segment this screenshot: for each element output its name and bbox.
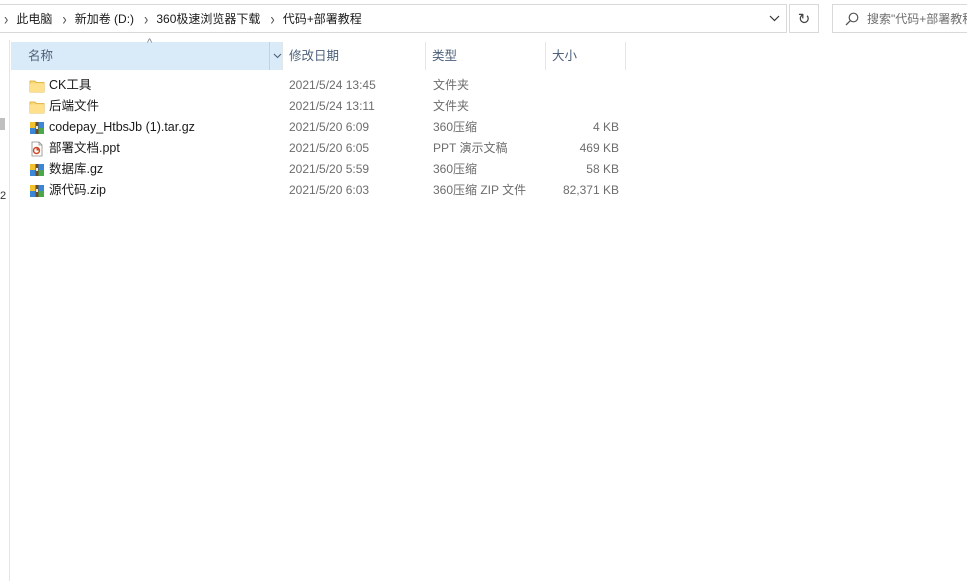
archive-icon (29, 162, 45, 178)
file-name: 部署文档.ppt (49, 141, 120, 155)
file-row[interactable]: 后端文件 2021/5/24 13:11 文件夹 (11, 96, 631, 117)
column-header-row: 名称 ^ 修改日期 类型 大小 (11, 37, 631, 70)
ppt-icon (29, 141, 45, 157)
file-type: PPT 演示文稿 (433, 141, 508, 155)
breadcrumb-separator-icon[interactable]: › (270, 9, 274, 29)
file-name: CK工具 (49, 78, 92, 92)
search-input[interactable]: 搜索"代码+部署教程" (832, 4, 967, 33)
file-size: 4 KB (592, 120, 619, 134)
breadcrumb-separator-icon[interactable]: › (62, 9, 66, 29)
breadcrumb-separator-icon[interactable]: › (144, 9, 148, 29)
folder-icon (29, 99, 45, 115)
breadcrumb-this-pc[interactable]: 此电脑 (12, 10, 56, 27)
breadcrumb-current-folder[interactable]: 代码+部署教程 (279, 10, 366, 27)
search-icon (845, 12, 859, 26)
file-type: 360压缩 ZIP 文件 (433, 183, 527, 197)
refresh-button[interactable]: ↻ (789, 4, 819, 33)
column-header-type-label: 类型 (432, 49, 458, 63)
column-header-size[interactable]: 大小 (546, 42, 626, 70)
file-size: 469 KB (579, 141, 619, 155)
file-date: 2021/5/20 6:03 (289, 183, 370, 197)
file-name: 源代码.zip (49, 183, 106, 197)
breadcrumb-drive-d[interactable]: 新加卷 (D:) (71, 10, 138, 27)
nav-pane-item-icon[interactable] (0, 118, 5, 130)
file-row[interactable]: 源代码.zip 2021/5/20 6:03 360压缩 ZIP 文件 82,3… (11, 180, 631, 201)
sort-ascending-icon: ^ (147, 37, 153, 49)
file-list: CK工具 2021/5/24 13:45 文件夹 后端文件 2021/5/24 … (11, 75, 631, 201)
file-name: 数据库.gz (49, 162, 104, 176)
file-date: 2021/5/24 13:11 (289, 99, 375, 113)
chevron-down-icon[interactable] (762, 5, 786, 32)
file-row[interactable]: CK工具 2021/5/24 13:45 文件夹 (11, 75, 631, 96)
file-type: 360压缩 (433, 120, 478, 134)
folder-icon (29, 78, 45, 94)
breadcrumb-separator-icon[interactable]: › (4, 9, 8, 29)
column-header-size-label: 大小 (552, 49, 578, 63)
column-header-type[interactable]: 类型 (426, 42, 546, 70)
column-header-date-label: 修改日期 (289, 49, 340, 63)
file-date: 2021/5/20 6:09 (289, 120, 370, 134)
column-header-date[interactable]: 修改日期 (283, 42, 426, 70)
file-size: 82,371 KB (562, 183, 619, 197)
file-name: 后端文件 (49, 99, 100, 113)
refresh-icon: ↻ (797, 10, 811, 28)
archive-icon (29, 183, 45, 199)
file-name: codepay_HtbsJb (1).tar.gz (49, 120, 195, 134)
file-date: 2021/5/20 6:05 (289, 141, 370, 155)
file-type: 文件夹 (433, 78, 470, 92)
address-bar[interactable]: › 此电脑 › 新加卷 (D:) › 360极速浏览器下载 › 代码+部署教程 (0, 4, 787, 33)
file-row[interactable]: 部署文档.ppt 2021/5/20 6:05 PPT 演示文稿 469 KB (11, 138, 631, 159)
column-header-name[interactable]: 名称 ^ (11, 37, 284, 70)
breadcrumb-downloads-folder[interactable]: 360极速浏览器下载 (152, 10, 264, 27)
file-date: 2021/5/24 13:45 (289, 78, 376, 92)
column-header-name-label: 名称 (28, 49, 54, 63)
nav-pane-item-label[interactable]: 2 (0, 190, 6, 202)
file-type: 360压缩 (433, 162, 478, 176)
archive-icon (29, 120, 45, 136)
file-type: 文件夹 (433, 99, 470, 113)
search-placeholder: 搜索"代码+部署教程" (867, 12, 967, 26)
file-size: 58 KB (586, 162, 619, 176)
file-row[interactable]: 数据库.gz 2021/5/20 5:59 360压缩 58 KB (11, 159, 631, 180)
column-filter-chevron-icon[interactable] (269, 42, 284, 70)
file-row[interactable]: codepay_HtbsJb (1).tar.gz 2021/5/20 6:09… (11, 117, 631, 138)
file-date: 2021/5/20 5:59 (289, 162, 370, 176)
